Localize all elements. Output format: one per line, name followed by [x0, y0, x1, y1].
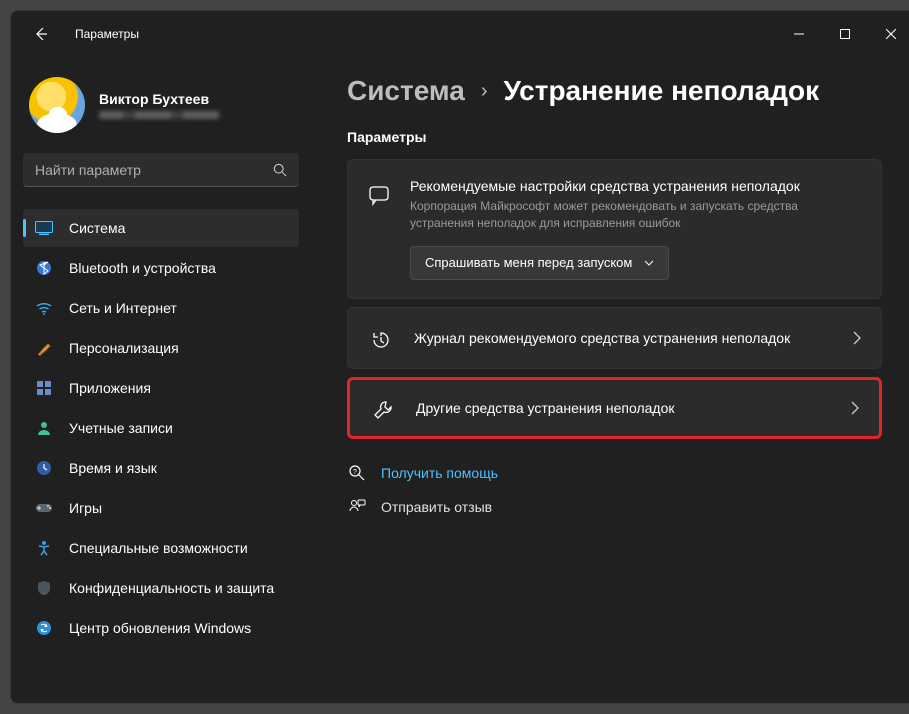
nav: Система Bluetooth и устройства Сеть и Ин… — [23, 209, 299, 647]
other-troubleshooters-row[interactable]: Другие средства устранения неполадок — [347, 377, 882, 439]
brush-icon — [35, 339, 53, 357]
recommended-card: Рекомендуемые настройки средства устране… — [347, 159, 882, 299]
user-profile[interactable]: Виктор Бухтеев — [23, 71, 299, 149]
sidebar-item-label: Время и язык — [69, 460, 157, 476]
sidebar-item-bluetooth[interactable]: Bluetooth и устройства — [23, 249, 299, 287]
sidebar-item-label: Учетные записи — [69, 420, 173, 436]
link-label: Отправить отзыв — [381, 499, 492, 515]
sidebar-item-apps[interactable]: Приложения — [23, 369, 299, 407]
person-icon — [35, 419, 53, 437]
section-label: Параметры — [347, 129, 882, 145]
sidebar-item-label: Центр обновления Windows — [69, 620, 251, 636]
sidebar-item-label: Приложения — [69, 380, 151, 396]
sidebar-item-accounts[interactable]: Учетные записи — [23, 409, 299, 447]
sidebar-item-label: Специальные возможности — [69, 540, 248, 556]
sidebar-item-gaming[interactable]: Игры — [23, 489, 299, 527]
other-title: Другие средства устранения неполадок — [416, 400, 831, 416]
back-button[interactable] — [25, 18, 57, 50]
sidebar-item-label: Персонализация — [69, 340, 179, 356]
sidebar-item-privacy[interactable]: Конфиденциальность и защита — [23, 569, 299, 607]
history-icon — [368, 327, 394, 353]
sidebar-item-label: Bluetooth и устройства — [69, 260, 216, 276]
chevron-right-icon — [853, 331, 861, 345]
window-title: Параметры — [75, 27, 139, 41]
gamepad-icon — [35, 499, 53, 517]
sidebar-item-system[interactable]: Система — [23, 209, 299, 247]
feedback-link[interactable]: Отправить отзыв — [347, 497, 882, 517]
dropdown-value: Спрашивать меня перед запуском — [425, 255, 632, 270]
search-box[interactable] — [23, 153, 299, 187]
clock-icon — [35, 459, 53, 477]
sidebar-item-personalization[interactable]: Персонализация — [23, 329, 299, 367]
window-controls — [776, 18, 909, 50]
minimize-icon — [794, 29, 804, 39]
sidebar-item-label: Игры — [69, 500, 102, 516]
accessibility-icon — [35, 539, 53, 557]
sidebar-item-time[interactable]: Время и язык — [23, 449, 299, 487]
maximize-icon — [840, 29, 850, 39]
user-email-blurred — [99, 111, 219, 119]
link-label: Получить помощь — [381, 465, 498, 481]
sidebar-item-update[interactable]: Центр обновления Windows — [23, 609, 299, 647]
close-button[interactable] — [868, 18, 909, 50]
breadcrumb: Система › Устранение неполадок — [347, 75, 882, 107]
page-title: Устранение неполадок — [504, 75, 820, 107]
app-body: Виктор Бухтеев Система Bluetooth и устро… — [11, 57, 909, 703]
chat-icon — [366, 182, 392, 208]
history-row[interactable]: Журнал рекомендуемого средства устранени… — [347, 307, 882, 369]
recommended-desc: Корпорация Майкрософт может рекомендоват… — [410, 198, 863, 232]
arrow-left-icon — [33, 26, 49, 42]
wrench-icon — [370, 397, 396, 423]
sidebar-item-label: Система — [69, 220, 125, 236]
bluetooth-icon — [35, 259, 53, 277]
maximize-button[interactable] — [822, 18, 868, 50]
history-title: Журнал рекомендуемого средства устранени… — [414, 330, 833, 346]
sidebar-item-label: Сеть и Интернет — [69, 300, 177, 316]
minimize-button[interactable] — [776, 18, 822, 50]
help-links: ? Получить помощь Отправить отзыв — [347, 463, 882, 517]
apps-icon — [35, 379, 53, 397]
user-name: Виктор Бухтеев — [99, 91, 219, 107]
sidebar-item-label: Конфиденциальность и защита — [69, 580, 274, 596]
titlebar: Параметры — [11, 11, 909, 57]
breadcrumb-parent[interactable]: Система — [347, 75, 465, 107]
chevron-down-icon — [644, 260, 654, 266]
get-help-link[interactable]: ? Получить помощь — [347, 463, 882, 483]
settings-window: Параметры Виктор Бухтеев — [10, 10, 909, 704]
search-input[interactable] — [35, 162, 273, 178]
help-icon: ? — [347, 463, 367, 483]
system-icon — [35, 219, 53, 237]
feedback-icon — [347, 497, 367, 517]
shield-icon — [35, 579, 53, 597]
update-icon — [35, 619, 53, 637]
sidebar: Виктор Бухтеев Система Bluetooth и устро… — [11, 57, 311, 703]
chevron-right-icon: › — [481, 80, 488, 103]
search-icon — [273, 163, 287, 177]
close-icon — [886, 29, 896, 39]
main-content: Система › Устранение неполадок Параметры… — [311, 57, 909, 703]
svg-text:?: ? — [353, 469, 357, 476]
wifi-icon — [35, 299, 53, 317]
sidebar-item-accessibility[interactable]: Специальные возможности — [23, 529, 299, 567]
chevron-right-icon — [851, 401, 859, 415]
sidebar-item-network[interactable]: Сеть и Интернет — [23, 289, 299, 327]
recommended-title: Рекомендуемые настройки средства устране… — [410, 178, 863, 194]
avatar — [29, 77, 85, 133]
recommended-dropdown[interactable]: Спрашивать меня перед запуском — [410, 246, 669, 280]
